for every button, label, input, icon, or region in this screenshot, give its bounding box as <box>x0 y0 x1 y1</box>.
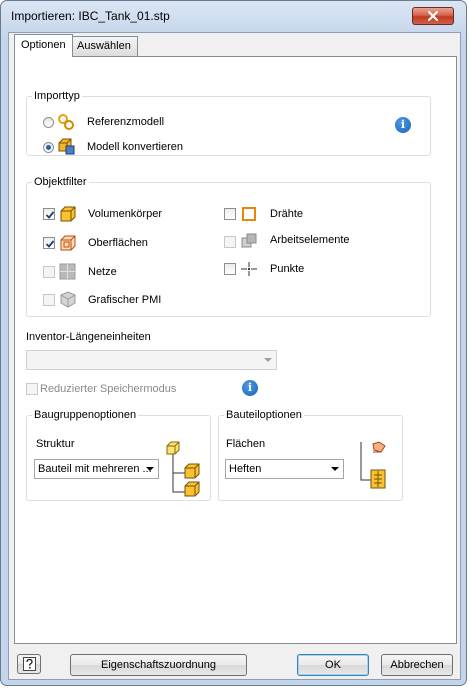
reference-chain-icon <box>58 114 74 130</box>
options-panel: Importtyp Referenzmodell Modell konverti… <box>14 56 457 644</box>
info-icon[interactable]: i <box>395 117 411 133</box>
oberflaechen-label: Oberflächen <box>88 237 148 249</box>
netze-checkbox[interactable] <box>43 266 55 278</box>
importtyp-legend: Importtyp <box>34 90 80 102</box>
arbeitselemente-label: Arbeitselemente <box>270 234 350 246</box>
chevron-down-icon <box>264 358 272 362</box>
window-title: Importieren: IBC_Tank_01.stp <box>11 9 170 23</box>
flaechen-label: Flächen <box>226 438 266 450</box>
netze-label: Netze <box>88 266 117 278</box>
grafischer-pmi-checkbox[interactable] <box>43 294 55 306</box>
struktur-value: Bauteil mit mehreren ... <box>38 463 152 475</box>
units-label: Inventor-Längeneinheiten <box>26 331 151 343</box>
modell-konvertieren-label: Modell konvertieren <box>87 141 183 153</box>
baugruppenoptionen-legend: Baugruppenoptionen <box>34 409 137 421</box>
point-icon <box>241 262 257 276</box>
struktur-label: Struktur <box>36 438 75 450</box>
help-icon <box>23 657 36 671</box>
grafischer-pmi-label: Grafischer PMI <box>88 294 162 306</box>
draehte-label: Drähte <box>270 208 304 220</box>
referenzmodell-label: Referenzmodell <box>87 116 165 128</box>
assembly-structure-icon <box>166 441 200 497</box>
volumenkoerper-label: Volumenkörper <box>88 208 162 220</box>
units-select[interactable] <box>26 350 277 370</box>
chevron-down-icon <box>146 467 154 471</box>
memory-info-icon[interactable]: i <box>242 380 258 396</box>
close-icon <box>428 11 438 21</box>
flaechen-select[interactable]: Heften <box>225 459 344 479</box>
struktur-select[interactable]: Bauteil mit mehreren ... <box>34 459 159 479</box>
cancel-button[interactable]: Abbrechen <box>381 654 453 676</box>
draehte-checkbox[interactable] <box>224 208 236 220</box>
ok-button[interactable]: OK <box>297 654 369 676</box>
reduzierter-speichermodus-checkbox[interactable] <box>26 383 38 395</box>
solid-body-icon <box>60 206 76 222</box>
import-dialog: Importieren: IBC_Tank_01.stp Optionen Au… <box>0 0 467 686</box>
chevron-down-icon <box>331 467 339 471</box>
oberflaechen-checkbox[interactable] <box>43 237 55 249</box>
reduzierter-speichermodus-label: Reduzierter Speichermodus <box>40 383 177 395</box>
pmi-icon <box>60 291 76 308</box>
wire-icon <box>242 207 256 221</box>
part-surface-icon <box>360 441 386 489</box>
tab-auswaehlen[interactable]: Auswählen <box>70 36 138 56</box>
help-button[interactable] <box>17 654 41 674</box>
objektfilter-legend: Objektfilter <box>34 176 87 188</box>
arbeitselemente-checkbox[interactable] <box>224 236 236 248</box>
dialog-client: Optionen Auswählen Importtyp Referenzmod… <box>8 32 461 680</box>
volumenkoerper-checkbox[interactable] <box>43 208 55 220</box>
mesh-icon <box>59 263 76 280</box>
eigenschaftszuordnung-button[interactable]: Eigenschaftszuordnung <box>70 654 247 676</box>
punkte-checkbox[interactable] <box>224 263 236 275</box>
modell-konvertieren-radio[interactable] <box>43 142 54 153</box>
title-bar: Importieren: IBC_Tank_01.stp <box>1 1 466 31</box>
tab-optionen[interactable]: Optionen <box>14 34 73 57</box>
work-feature-icon <box>241 233 257 248</box>
referenzmodell-radio[interactable] <box>43 117 54 128</box>
convert-model-icon <box>58 138 75 155</box>
flaechen-value: Heften <box>229 463 262 475</box>
punkte-label: Punkte <box>270 263 305 275</box>
close-button[interactable] <box>412 7 454 25</box>
surface-icon <box>60 235 76 251</box>
bauteiloptionen-legend: Bauteiloptionen <box>226 409 302 421</box>
